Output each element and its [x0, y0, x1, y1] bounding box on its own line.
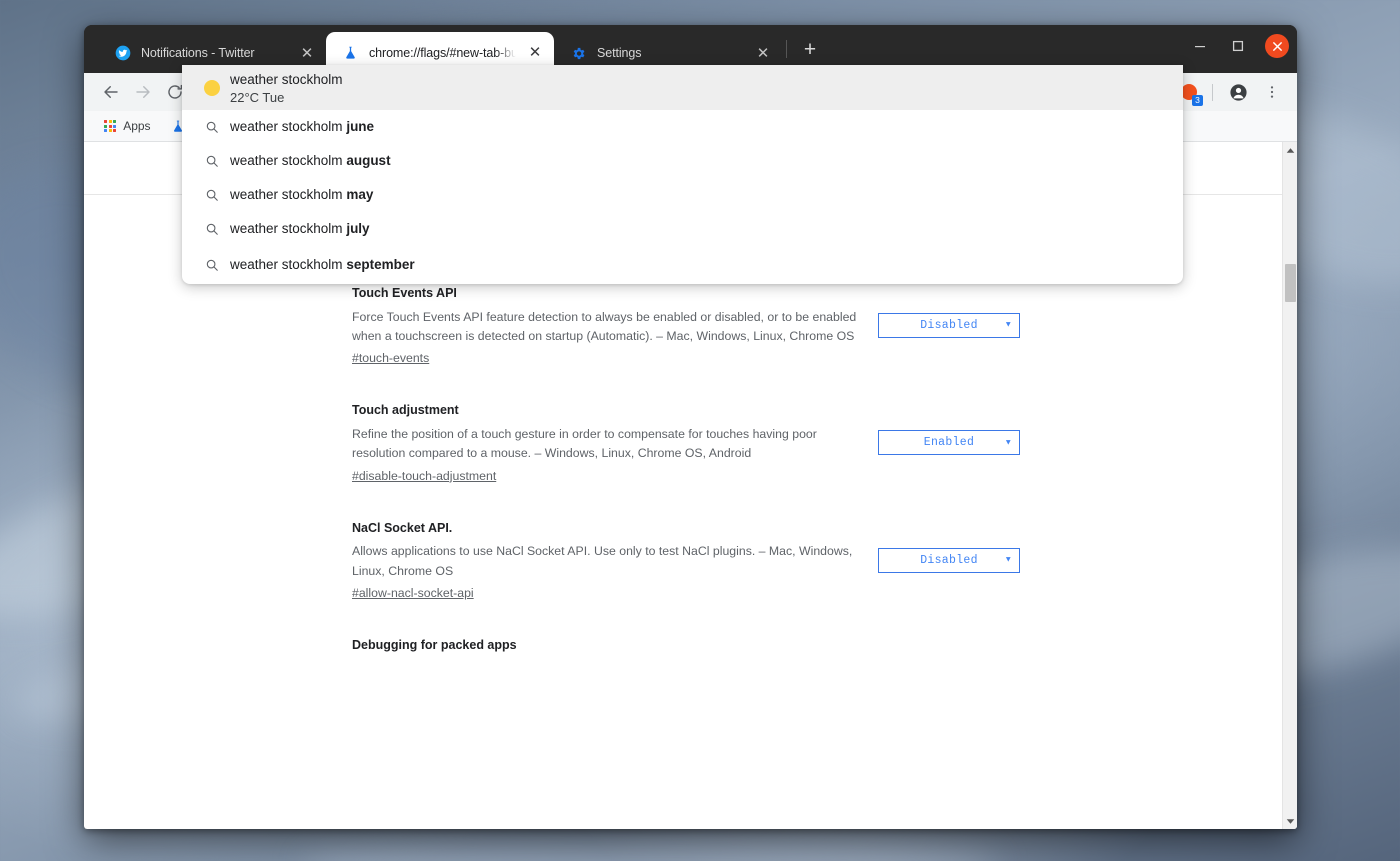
- flag-permalink[interactable]: #allow-nacl-socket-api: [352, 586, 474, 600]
- tab-close-button[interactable]: ✕: [526, 44, 544, 62]
- flag-control: Disabled ▼: [878, 284, 1020, 338]
- tab-label: Settings: [597, 46, 642, 60]
- wallpaper-wisp: [300, 832, 1000, 861]
- toolbar-divider: [1212, 83, 1213, 101]
- flag-description: Refine the position of a touch gesture i…: [352, 427, 817, 461]
- suggestion-row-august[interactable]: weather stockholm august: [182, 144, 1183, 178]
- flag-permalink[interactable]: #touch-events: [352, 351, 429, 365]
- suggestion-row-september[interactable]: weather stockholm september: [182, 246, 1183, 284]
- flag-row: Debugging for packed apps: [352, 618, 1022, 676]
- suggestion-label: weather stockholm june: [230, 119, 375, 135]
- page-scrollbar[interactable]: [1282, 142, 1297, 829]
- suggestion-label: weather stockholm september: [230, 257, 415, 273]
- flag-select[interactable]: Disabled ▼: [878, 312, 1020, 338]
- flag-row: NaCl Socket API. Allows applications to …: [352, 501, 1022, 618]
- flag-info: Debugging for packed apps: [352, 636, 860, 660]
- bookmark-label: Apps: [123, 119, 151, 133]
- suggestion-sublabel: 22°C Tue: [230, 89, 285, 105]
- flag-select-value: Disabled: [920, 318, 978, 332]
- flag-permalink[interactable]: #disable-touch-adjustment: [352, 469, 496, 483]
- flask-icon: [342, 44, 359, 61]
- chrome-menu-button[interactable]: [1257, 77, 1287, 107]
- toolbar-right-actions: 3: [1176, 77, 1287, 107]
- browser-window: Notifications - Twitter ✕ chrome://flags…: [84, 25, 1297, 829]
- flag-select[interactable]: Enabled ▼: [878, 430, 1020, 456]
- tab-close-button[interactable]: ✕: [298, 44, 316, 62]
- flag-title: Debugging for packed apps: [352, 638, 517, 653]
- suggestion-row-weather[interactable]: weather stockholm 22°C Tue: [182, 65, 1183, 110]
- flag-title: Touch Events API: [352, 285, 457, 300]
- tab-label: chrome://flags/#new-tab-butt: [369, 45, 516, 60]
- maximize-button[interactable]: [1227, 35, 1249, 57]
- flag-info: NaCl Socket API. Allows applications to …: [352, 519, 860, 602]
- scroll-down-arrow-icon[interactable]: [1283, 813, 1297, 829]
- flag-control: Enabled ▼: [878, 401, 1020, 456]
- forward-button[interactable]: [128, 77, 158, 107]
- flag-select-value: Disabled: [920, 553, 978, 567]
- flag-info: Touch adjustment Refine the position of …: [352, 401, 860, 484]
- back-button[interactable]: [96, 77, 126, 107]
- suggestion-label: weather stockholm may: [230, 187, 374, 203]
- apps-grid-icon: [104, 119, 117, 133]
- twitter-icon: [114, 45, 131, 62]
- search-icon: [194, 154, 230, 168]
- suggestion-label: weather stockholm: [230, 72, 343, 88]
- new-tab-button[interactable]: +: [795, 34, 825, 64]
- suggestion-label: weather stockholm july: [230, 221, 370, 237]
- scroll-up-arrow-icon[interactable]: [1283, 142, 1297, 158]
- tab-close-button[interactable]: ✕: [754, 44, 772, 62]
- bookmark-apps[interactable]: Apps: [96, 116, 159, 136]
- window-controls: [1189, 34, 1289, 58]
- scrollbar-thumb[interactable]: [1285, 264, 1296, 302]
- flag-row: Touch adjustment Refine the position of …: [352, 383, 1022, 500]
- suggestion-row-june[interactable]: weather stockholm june: [182, 110, 1183, 144]
- flag-select[interactable]: Disabled ▼: [878, 547, 1020, 573]
- minimize-button[interactable]: [1189, 35, 1211, 57]
- chevron-down-icon: ▼: [1005, 555, 1011, 565]
- flag-select-value: Enabled: [923, 436, 975, 450]
- tab-label: Notifications - Twitter: [141, 46, 255, 60]
- omnibox-suggestions-dropdown: weather stockholm 22°C Tue weather stock…: [182, 65, 1183, 284]
- search-icon: [194, 258, 230, 272]
- flag-description: Allows applications to use NaCl Socket A…: [352, 544, 853, 578]
- chevron-down-icon: ▼: [1005, 438, 1011, 448]
- gear-icon: [570, 45, 587, 62]
- flag-control: Disabled ▼: [878, 519, 1020, 573]
- tab-divider: [786, 40, 787, 58]
- chevron-down-icon: ▼: [1005, 320, 1011, 330]
- flag-title: NaCl Socket API.: [352, 520, 453, 535]
- flag-title: Touch adjustment: [352, 403, 459, 418]
- flag-info: Touch Events API Force Touch Events API …: [352, 284, 860, 367]
- profile-avatar-icon[interactable]: [1223, 77, 1253, 107]
- flag-description: Force Touch Events API feature detection…: [352, 309, 857, 344]
- suggestion-text-block: weather stockholm 22°C Tue: [230, 70, 343, 104]
- suggestion-label: weather stockholm august: [230, 153, 391, 169]
- search-icon: [194, 120, 230, 134]
- search-icon: [194, 222, 230, 236]
- suggestion-row-may[interactable]: weather stockholm may: [182, 178, 1183, 212]
- search-icon: [194, 188, 230, 202]
- sun-icon: [194, 79, 230, 96]
- suggestion-row-july[interactable]: weather stockholm july: [182, 212, 1183, 246]
- extension-badge: 3: [1192, 95, 1203, 106]
- close-button[interactable]: [1265, 34, 1289, 58]
